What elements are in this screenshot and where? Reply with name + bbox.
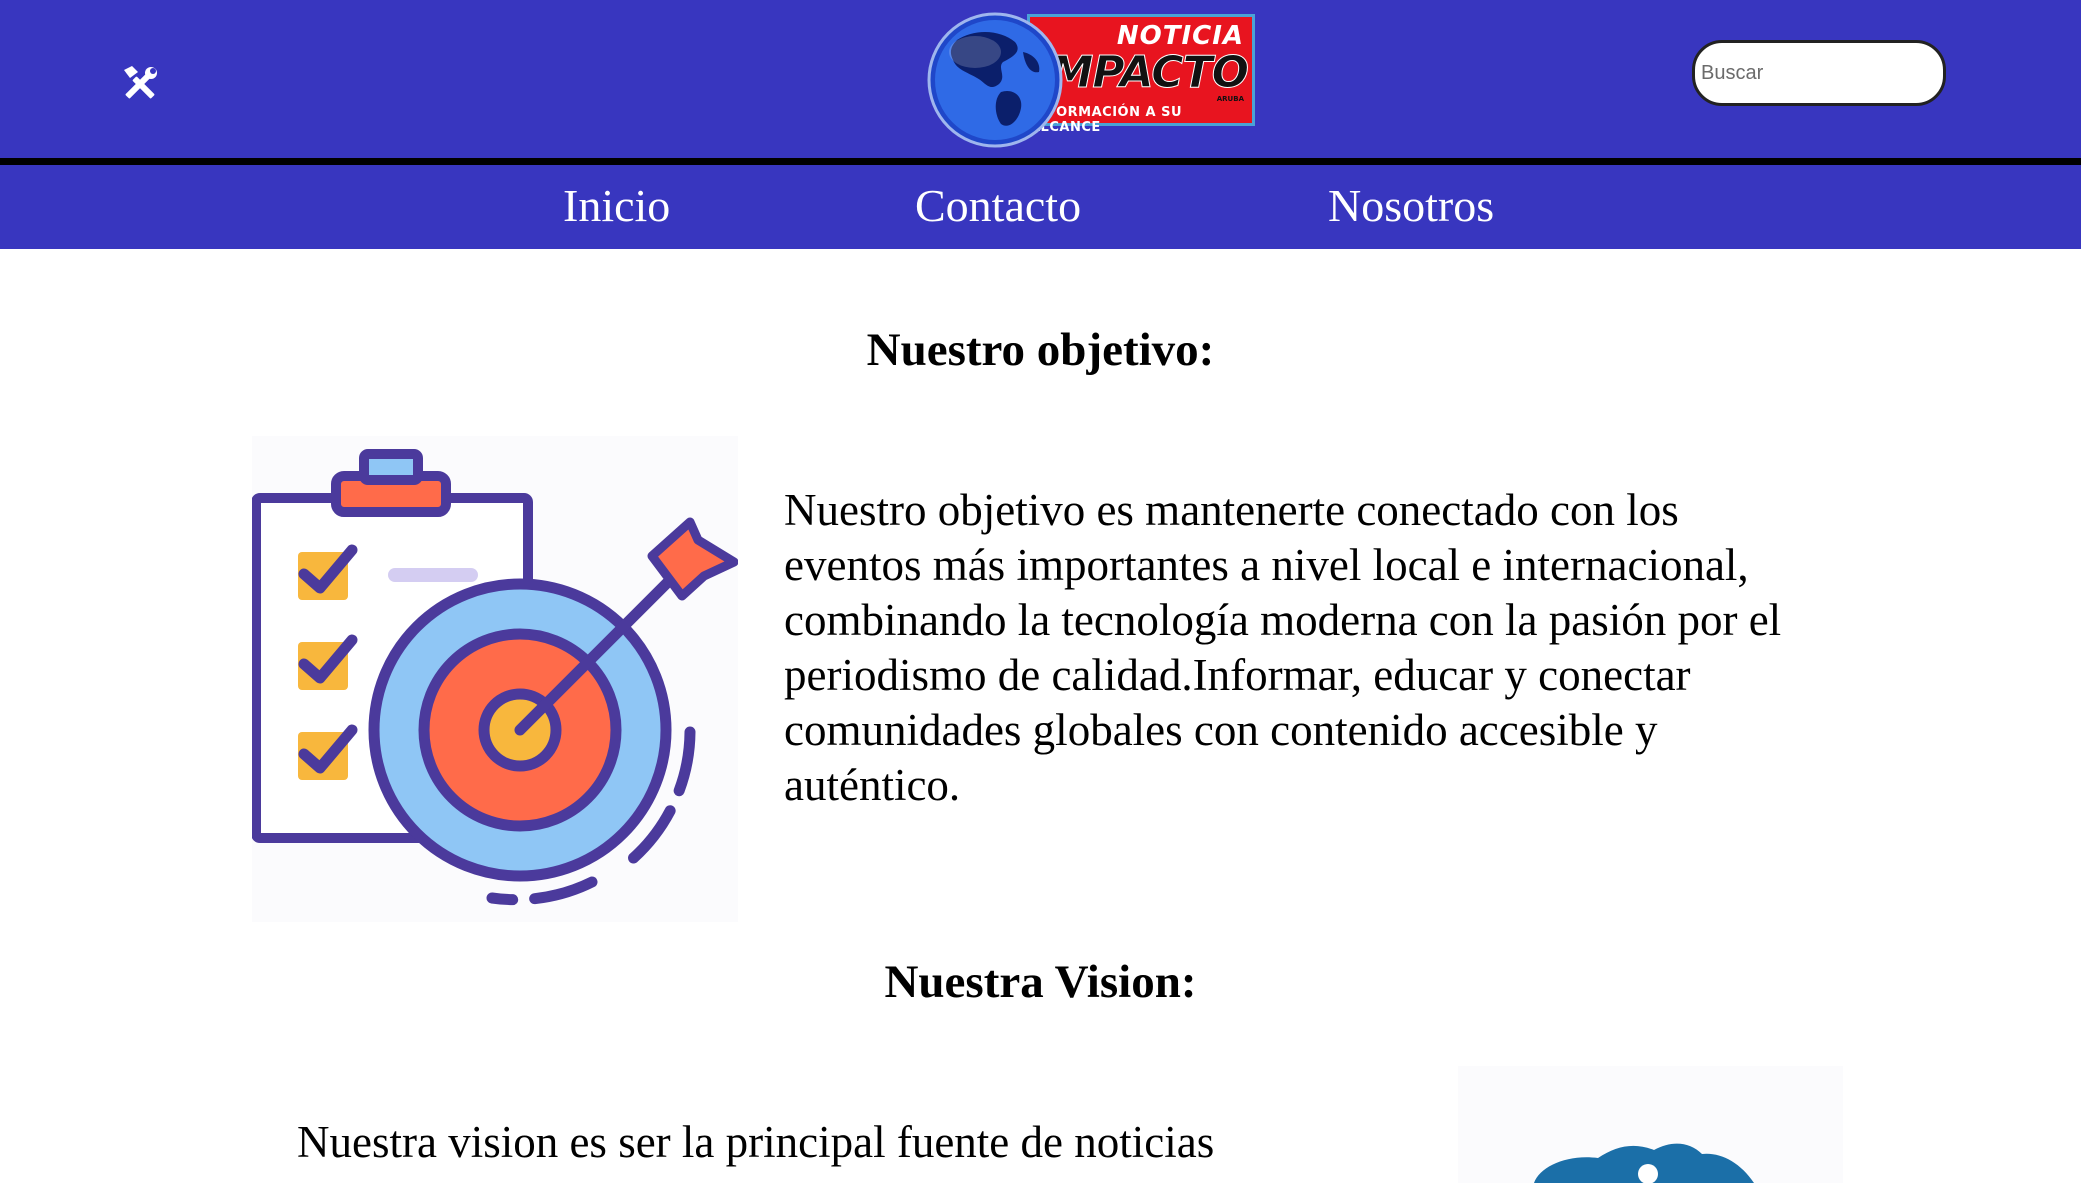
nav-item-nosotros[interactable]: Nosotros (1328, 178, 1494, 234)
logo-tag-text: ARUBA (1216, 95, 1244, 103)
vision-text: Nuestra vision es ser la principal fuent… (297, 1117, 1215, 1167)
vision-image (1458, 1066, 1843, 1184)
vision-title: Nuestra Vision: (884, 956, 1197, 1008)
objetivo-title: Nuestro objetivo: (866, 324, 1215, 376)
globe-icon (927, 12, 1063, 148)
logo-impacto-text: IMPACTO (1034, 47, 1250, 99)
header-divider (0, 158, 2081, 165)
objetivo-text: Nuestro objetivo es mantenerte conectado… (784, 485, 1782, 810)
objetivo-image (251, 436, 739, 922)
vision-illustration (1534, 1143, 1754, 1184)
target-checklist-illustration (251, 449, 739, 906)
nav-item-inicio[interactable]: Inicio (563, 178, 670, 234)
nav-item-contacto[interactable]: Contacto (915, 178, 1081, 234)
search-input[interactable] (1692, 40, 1946, 106)
site-logo[interactable]: NOTICIA IMPACTO ARUBA INFORMACIÓN A SU A… (927, 12, 1257, 148)
tools-icon[interactable] (120, 64, 160, 104)
